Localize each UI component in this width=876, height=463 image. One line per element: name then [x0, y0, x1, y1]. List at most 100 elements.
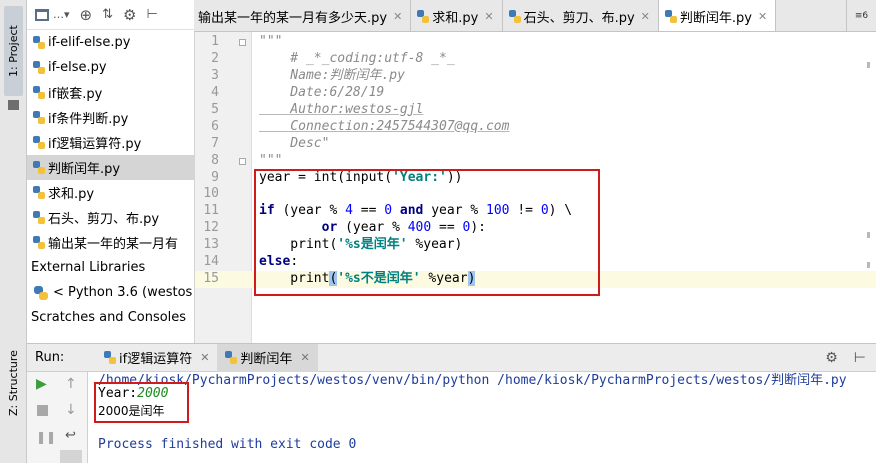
more-tabs-button[interactable]: ≡6: [846, 0, 876, 31]
code-line: 2 # _*_coding:utf-8 _*_: [195, 51, 876, 68]
file-name: if条件判断.py: [48, 112, 129, 127]
stop-icon[interactable]: [37, 405, 48, 416]
code-line: 6 Connection:2457544307@qq.com: [195, 119, 876, 136]
soft-wrap-icon[interactable]: ↩: [65, 428, 76, 443]
code-line: 3 Name:判断闰年.py: [195, 68, 876, 85]
external-libraries-node[interactable]: External Libraries: [27, 255, 194, 280]
project-tool-square-icon: [8, 100, 19, 110]
scroll-to-end-icon[interactable]: [60, 450, 82, 463]
file-item-selected[interactable]: 判断闰年.py: [27, 155, 194, 180]
project-toolbar: …▾ ⊕ ⇅ ⚙ ⊢: [27, 0, 194, 30]
settings-icon[interactable]: ⚙: [825, 350, 838, 366]
code-line: 8 """: [195, 153, 876, 170]
file-item[interactable]: if逻辑运算符.py: [27, 130, 194, 155]
structure-tool-tab[interactable]: Z: Structure: [4, 344, 23, 422]
python-file-icon: [33, 61, 45, 74]
file-name: if-elif-else.py: [48, 35, 131, 50]
editor-tab-bar: 输出某一年的某一月有多少天.py ✕ 求和.py ✕ 石头、剪刀、布.py ✕ 判断闰…: [194, 0, 876, 32]
line-number: 9: [211, 169, 219, 185]
file-item[interactable]: if-elif-else.py: [27, 30, 194, 55]
close-icon[interactable]: ✕: [393, 10, 402, 23]
file-item[interactable]: if条件判断.py: [27, 105, 194, 130]
file-item[interactable]: 输出某一年的某一月有: [27, 230, 194, 255]
line-number: 4: [211, 84, 219, 100]
file-item[interactable]: 求和.py: [27, 180, 194, 205]
file-name: 求和.py: [48, 187, 95, 202]
line-number: 14: [203, 254, 219, 270]
line-number: 1: [211, 34, 219, 49]
pause-icon[interactable]: ❚❚: [36, 430, 56, 444]
python-sdk-icon: [33, 285, 49, 300]
hide-icon[interactable]: ⊢: [854, 350, 866, 366]
python-file-icon: [33, 136, 45, 149]
run-panel-header: Run: if逻辑运算符 ✕ 判断闰年 ✕ ⚙ ⊢: [27, 343, 876, 372]
file-name: if逻辑运算符.py: [48, 137, 142, 152]
close-icon[interactable]: ✕: [484, 10, 493, 23]
code-highlight-box: [254, 169, 600, 296]
line-number: 2: [211, 50, 219, 66]
python-file-icon: [33, 211, 45, 224]
python-file-icon: [508, 9, 521, 23]
run-tools: ⚙ ⊢: [825, 350, 876, 366]
run-tab-active[interactable]: 判断闰年 ✕: [217, 343, 318, 372]
code-text: Connection:2457544307@qq.com: [259, 118, 510, 134]
run-label: Run:: [35, 350, 65, 365]
fold-marker-icon[interactable]: [239, 157, 246, 165]
code-text: Name:判断闰年.py: [259, 67, 405, 83]
line-number: 12: [203, 220, 219, 236]
editor-tab[interactable]: 求和.py ✕: [411, 0, 503, 31]
code-line: 7 Desc": [195, 136, 876, 153]
hide-icon[interactable]: ⊢: [146, 7, 157, 22]
file-item[interactable]: if-else.py: [27, 55, 194, 80]
line-number: 15: [203, 271, 219, 287]
arrow-up-icon[interactable]: ↑: [65, 376, 77, 392]
arrow-down-icon[interactable]: ↓: [65, 402, 77, 418]
line-number: 7: [211, 135, 219, 151]
code-text: """: [259, 152, 283, 168]
python-run-icon: [104, 351, 116, 364]
rerun-icon[interactable]: ▶: [36, 376, 47, 392]
scrollbar-marker[interactable]: [867, 62, 870, 68]
python-sdk-label: < Python 3.6 (westos: [53, 285, 193, 300]
run-tab[interactable]: if逻辑运算符 ✕: [96, 344, 217, 372]
python-file-icon: [33, 186, 45, 199]
run-toolbar: ▶ ↑ ↓ ❚❚ ↩: [27, 372, 88, 463]
collapse-icon[interactable]: ⇅: [102, 7, 113, 22]
scrollbar-marker[interactable]: [867, 232, 870, 238]
project-tool-tab[interactable]: 1: Project: [4, 6, 23, 96]
close-icon[interactable]: ✕: [200, 351, 209, 364]
scrollbar-marker[interactable]: [867, 262, 870, 268]
close-icon[interactable]: ✕: [641, 10, 650, 23]
python-file-icon: [664, 9, 677, 23]
line-number: 13: [203, 237, 219, 253]
locate-icon[interactable]: ⊕: [80, 6, 93, 24]
dropdown-icon[interactable]: …▾: [53, 8, 70, 21]
file-name: 判断闰年.py: [48, 162, 121, 177]
more-tabs-label: ≡6: [854, 11, 869, 21]
scratches-node[interactable]: Scratches and Consoles: [27, 305, 194, 330]
run-console[interactable]: /home/kiosk/PycharmProjects/westos/venv/…: [88, 372, 876, 463]
close-icon[interactable]: ✕: [300, 351, 309, 364]
code-text: Date:6/28/19: [259, 84, 385, 100]
python-file-icon: [33, 86, 45, 99]
left-tool-strip: 1: Project Z: Structure: [0, 0, 27, 463]
editor-tab-label: 求和.py: [432, 10, 479, 26]
settings-icon[interactable]: ⚙: [123, 6, 136, 24]
project-tree: if-elif-else.py if-else.py if嵌套.py if条件判…: [27, 30, 194, 330]
line-number: 11: [203, 203, 219, 219]
line-number: 6: [211, 118, 219, 134]
fold-marker-icon[interactable]: [239, 39, 246, 46]
python-sdk-node[interactable]: < Python 3.6 (westos: [27, 280, 194, 305]
editor-tab[interactable]: 输出某一年的某一月有多少天.py ✕: [194, 0, 412, 31]
code-line: 1 """: [195, 34, 876, 51]
editor-tab-active[interactable]: 判断闰年.py ✕: [658, 0, 777, 31]
project-view-icon[interactable]: [35, 8, 49, 21]
project-tool-tab-label: 1: Project: [7, 25, 20, 77]
editor-tab[interactable]: 石头、剪刀、布.py ✕: [503, 0, 659, 31]
code-line: 4 Date:6/28/19: [195, 85, 876, 102]
code-line: 5 Author:westos-gjl: [195, 102, 876, 119]
close-icon[interactable]: ✕: [758, 10, 767, 23]
python-file-icon: [33, 161, 45, 174]
file-item[interactable]: 石头、剪刀、布.py: [27, 205, 194, 230]
file-item[interactable]: if嵌套.py: [27, 80, 194, 105]
